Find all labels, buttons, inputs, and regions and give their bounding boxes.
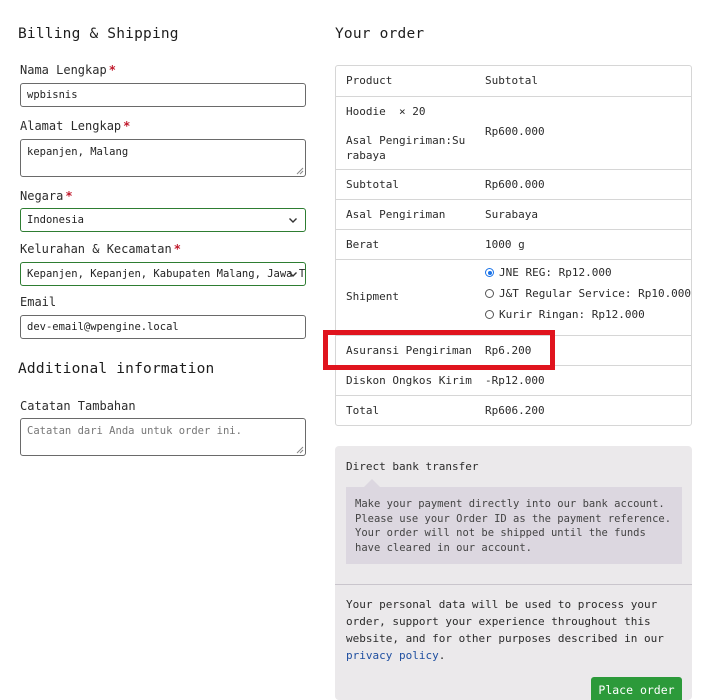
weight-row: Berat 1000 g: [336, 229, 691, 259]
order-title: Your order: [335, 26, 425, 42]
payment-section: Direct bank transfer Make your payment d…: [335, 446, 692, 700]
address-value: kepanjen, Malang: [27, 146, 129, 158]
required-mark: *: [65, 189, 73, 203]
weight-value: 1000 g: [485, 238, 525, 251]
item-origin: Asal Pengiriman:Su rabaya: [346, 134, 466, 162]
origin-label: Asal Pengiriman: [346, 208, 446, 221]
address-field[interactable]: kepanjen, Malang: [20, 139, 306, 177]
subtotal-header: Subtotal: [485, 74, 538, 87]
additional-info-title: Additional information: [18, 361, 215, 377]
district-value: Kepanjen, Kepanjen, Kabupaten Malang, Ja…: [27, 268, 306, 280]
radio-icon[interactable]: [485, 310, 494, 319]
radio-icon[interactable]: [485, 289, 494, 298]
name-label: Nama Lengkap *: [20, 63, 116, 77]
notes-placeholder: Catatan dari Anda untuk order ini.: [27, 425, 242, 437]
product-header: Product: [346, 74, 393, 87]
discount-label: Diskon Ongkos Kirim: [346, 374, 472, 387]
item-name: Hoodie × 20: [346, 105, 426, 118]
chevron-down-icon: [289, 218, 297, 223]
shipment-label: Shipment: [346, 290, 399, 303]
resize-grip-icon[interactable]: [296, 446, 304, 454]
total-row: Total Rp606.200: [336, 395, 691, 425]
shipment-row: Shipment JNE REG: Rp12.000 J&T Regular S…: [336, 259, 691, 335]
payment-description: Make your payment directly into our bank…: [346, 487, 682, 564]
place-order-button[interactable]: Place order: [591, 677, 682, 700]
item-qty: × 20: [399, 105, 426, 118]
country-select[interactable]: Indonesia: [20, 208, 306, 232]
country-label: Negara *: [20, 189, 73, 203]
shipping-option-kurir[interactable]: Kurir Ringan: Rp12.000: [485, 308, 645, 321]
subtotal-row: Subtotal Rp600.000: [336, 169, 691, 199]
notes-label: Catatan Tambahan: [20, 399, 136, 413]
total-value: Rp606.200: [485, 404, 545, 417]
privacy-policy-link[interactable]: privacy policy: [346, 649, 439, 662]
highlight-annotation: [323, 330, 555, 370]
name-field[interactable]: wpbisnis: [20, 83, 306, 107]
shipping-option-jne[interactable]: JNE REG: Rp12.000: [485, 266, 612, 279]
email-label: Email: [20, 295, 57, 309]
discount-value: -Rp12.000: [485, 374, 545, 387]
subtotal-label: Subtotal: [346, 178, 399, 191]
order-review-table: Product Subtotal Hoodie × 20 Asal Pengir…: [335, 65, 692, 426]
privacy-notice: Your personal data will be used to proce…: [346, 598, 664, 662]
chevron-down-icon: [289, 272, 297, 277]
cart-item-row: Hoodie × 20 Asal Pengiriman:Su rabaya Rp6…: [336, 96, 691, 169]
total-label: Total: [346, 404, 380, 417]
district-label: Kelurahan & Kecamatan *: [20, 242, 181, 256]
origin-row: Asal Pengiriman Surabaya: [336, 199, 691, 229]
address-label: Alamat Lengkap *: [20, 119, 131, 133]
subtotal-value: Rp600.000: [485, 178, 545, 191]
required-mark: *: [108, 63, 116, 77]
radio-selected-icon[interactable]: [485, 268, 494, 277]
table-header-row: Product Subtotal: [336, 66, 691, 96]
required-mark: *: [123, 119, 131, 133]
item-price: Rp600.000: [485, 125, 545, 138]
district-select[interactable]: Kepanjen, Kepanjen, Kabupaten Malang, Ja…: [20, 262, 306, 286]
email-field[interactable]: dev-email@wpengine.local: [20, 315, 306, 339]
origin-value: Surabaya: [485, 208, 538, 221]
order-notes-field[interactable]: Catatan dari Anda untuk order ini.: [20, 418, 306, 456]
country-value: Indonesia: [27, 214, 84, 226]
divider: [335, 584, 692, 585]
required-mark: *: [173, 242, 181, 256]
shipping-option-jnt[interactable]: J&T Regular Service: Rp10.000: [485, 287, 691, 300]
billing-title: Billing & Shipping: [18, 26, 179, 42]
weight-label: Berat: [346, 238, 380, 251]
resize-grip-icon[interactable]: [296, 167, 304, 175]
payment-method-label: Direct bank transfer: [346, 460, 479, 473]
